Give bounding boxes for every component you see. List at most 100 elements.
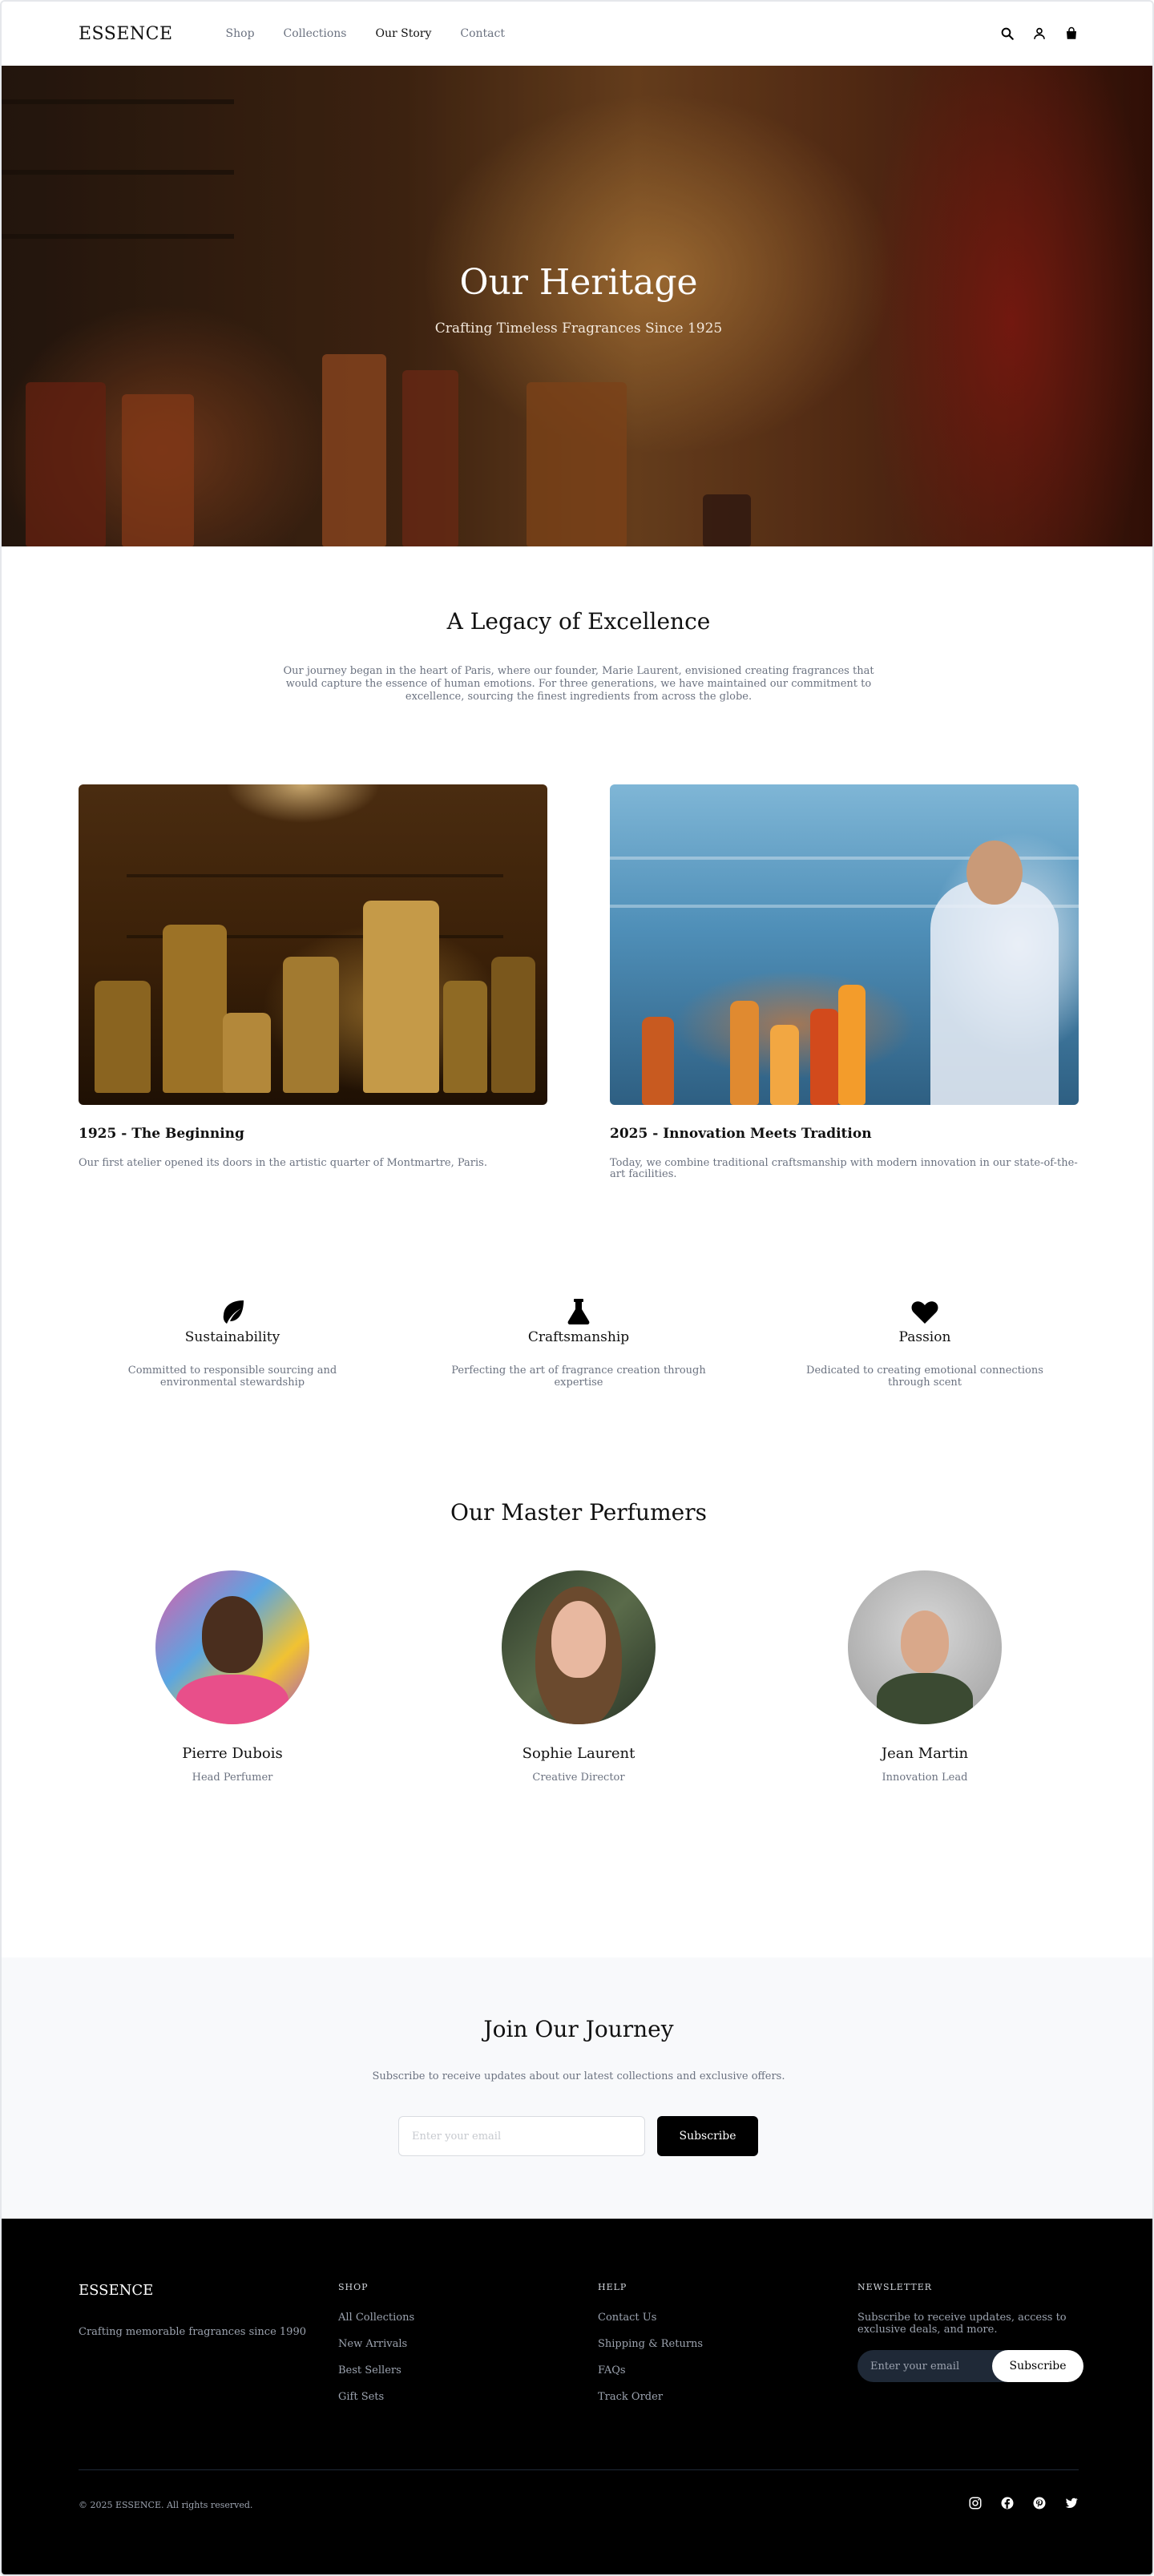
footer-shop-column: SHOP All Collections New Arrivals Best S… <box>338 2282 414 2417</box>
footer-copyright: © 2025 ESSENCE. All rights reserved. <box>79 2500 253 2510</box>
search-icon[interactable] <box>1000 26 1015 41</box>
bottle-shape <box>730 1001 759 1105</box>
bottle-shape <box>810 1009 839 1105</box>
bottle-shape <box>95 981 151 1093</box>
hero-overlay <box>2 66 1152 546</box>
footer-link[interactable]: New Arrivals <box>338 2338 414 2350</box>
value-text: Perfecting the art of fragrance creation… <box>451 1365 706 1389</box>
footer-divider <box>79 2469 1079 2470</box>
footer-help-heading: HELP <box>598 2282 627 2292</box>
legacy-text: Our journey began in the heart of Paris,… <box>283 665 874 703</box>
shopping-bag-icon[interactable] <box>1064 26 1079 41</box>
heart-icon <box>910 1297 939 1326</box>
footer-link[interactable]: FAQs <box>598 2364 703 2376</box>
user-icon[interactable] <box>1032 26 1047 41</box>
newsletter-subtitle: Subscribe to receive updates about our l… <box>372 2070 785 2082</box>
avatar <box>155 1570 309 1724</box>
footer-subscribe-button[interactable]: Subscribe <box>992 2350 1083 2382</box>
avatar <box>848 1570 1002 1724</box>
value-card-sustainability: Sustainability Committed to responsible … <box>80 1297 385 1389</box>
shelf-line <box>127 874 503 877</box>
perfumer-card: Pierre Dubois Head Perfumer <box>112 1570 353 1784</box>
page: ESSENCE Shop Collections Our Story Conta… <box>0 0 1154 2576</box>
perfumer-role: Creative Director <box>532 1772 625 1784</box>
twitter-icon[interactable] <box>1064 2496 1079 2510</box>
body-shape <box>176 1675 288 1724</box>
bottle-shape <box>223 1013 271 1093</box>
flask-icon <box>564 1297 593 1326</box>
bottle-shape <box>770 1025 799 1105</box>
newsletter-section: Join Our Journey Subscribe to receive up… <box>2 1957 1152 2219</box>
brand-logo[interactable]: ESSENCE <box>79 24 173 44</box>
perfumers-title: Our Master Perfumers <box>450 1499 707 1526</box>
hero-banner: Our Heritage Crafting Timeless Fragrance… <box>2 66 1152 546</box>
value-card-passion: Passion Dedicated to creating emotional … <box>773 1297 1077 1389</box>
perfumer-name: Jean Martin <box>881 1745 969 1762</box>
footer: ESSENCE Crafting memorable fragrances si… <box>2 2219 1152 2574</box>
bottle-shape <box>163 925 227 1093</box>
perfumer-name: Pierre Dubois <box>182 1745 283 1762</box>
footer-newsletter-text: Subscribe to receive updates, access to … <box>857 2312 1067 2336</box>
hero-subtitle: Crafting Timeless Fragrances Since 1925 <box>434 320 723 337</box>
face-shape <box>202 1596 263 1673</box>
perfumer-card: Jean Martin Innovation Lead <box>805 1570 1045 1784</box>
instagram-icon[interactable] <box>968 2496 983 2510</box>
newsletter-email-input[interactable] <box>398 2116 645 2156</box>
timeline-text: Our first atelier opened its doors in th… <box>79 1157 487 1169</box>
nav-link-our-story[interactable]: Our Story <box>376 27 432 40</box>
nav-icons <box>1000 26 1079 41</box>
nav-links: Shop Collections Our Story Contact <box>226 27 505 40</box>
footer-link[interactable]: Best Sellers <box>338 2364 414 2376</box>
timeline-card: 1925 - The Beginning Our first atelier o… <box>79 784 547 1169</box>
value-title: Passion <box>898 1329 951 1345</box>
perfumer-role: Head Perfumer <box>192 1772 273 1784</box>
timeline-title: 1925 - The Beginning <box>79 1126 244 1142</box>
footer-newsletter-heading: NEWSLETTER <box>857 2282 933 2292</box>
body-shape <box>877 1673 973 1724</box>
nav-link-contact[interactable]: Contact <box>460 27 505 40</box>
scientist-head-shape <box>966 841 1023 905</box>
footer-link[interactable]: Gift Sets <box>338 2391 414 2403</box>
footer-help-column: HELP Contact Us Shipping & Returns FAQs … <box>598 2282 703 2417</box>
footer-link[interactable]: Track Order <box>598 2391 703 2403</box>
perfumer-card: Sophie Laurent Creative Director <box>458 1570 699 1784</box>
top-nav: ESSENCE Shop Collections Our Story Conta… <box>2 2 1152 66</box>
perfumer-name: Sophie Laurent <box>522 1745 636 1762</box>
nav-link-collections[interactable]: Collections <box>284 27 347 40</box>
footer-link[interactable]: Contact Us <box>598 2312 703 2324</box>
timeline-image-atelier <box>79 784 547 1105</box>
footer-shop-heading: SHOP <box>338 2282 369 2292</box>
footer-link[interactable]: All Collections <box>338 2312 414 2324</box>
hero-title: Our Heritage <box>459 262 698 303</box>
value-text: Committed to responsible sourcing and en… <box>127 1365 337 1389</box>
legacy-title: A Legacy of Excellence <box>446 608 711 635</box>
timeline-text: Today, we combine traditional craftsmans… <box>610 1157 1078 1180</box>
bottle-shape <box>283 957 339 1093</box>
timeline-card: 2025 - Innovation Meets Tradition Today,… <box>610 784 1079 1180</box>
footer-newsletter-column: NEWSLETTER Subscribe to receive updates,… <box>857 2282 1083 2382</box>
value-text: Dedicated to creating emotional connecti… <box>806 1365 1043 1389</box>
footer-brand[interactable]: ESSENCE <box>79 2282 153 2299</box>
scientist-shape <box>930 881 1059 1105</box>
perfumer-role: Innovation Lead <box>882 1772 968 1784</box>
leaf-icon <box>218 1297 247 1326</box>
avatar <box>502 1570 656 1724</box>
newsletter-subscribe-button[interactable]: Subscribe <box>657 2116 758 2156</box>
timeline-image-lab <box>610 784 1079 1105</box>
social-links <box>968 2496 1079 2510</box>
facebook-icon[interactable] <box>1000 2496 1015 2510</box>
footer-link[interactable]: Shipping & Returns <box>598 2338 703 2350</box>
face-shape <box>551 1601 606 1678</box>
bottle-shape <box>491 957 535 1093</box>
newsletter-title: Join Our Journey <box>483 2016 674 2042</box>
bottle-shape <box>443 981 487 1093</box>
timeline-title: 2025 - Innovation Meets Tradition <box>610 1126 872 1142</box>
bottle-shape <box>838 985 866 1105</box>
footer-newsletter-form: Subscribe <box>857 2350 1083 2382</box>
nav-link-shop[interactable]: Shop <box>226 27 255 40</box>
bottle-shape <box>363 901 439 1093</box>
value-title: Sustainability <box>184 1329 280 1345</box>
value-title: Craftsmanship <box>527 1329 630 1345</box>
pinterest-icon[interactable] <box>1032 2496 1047 2510</box>
bottle-shape <box>642 1017 674 1105</box>
